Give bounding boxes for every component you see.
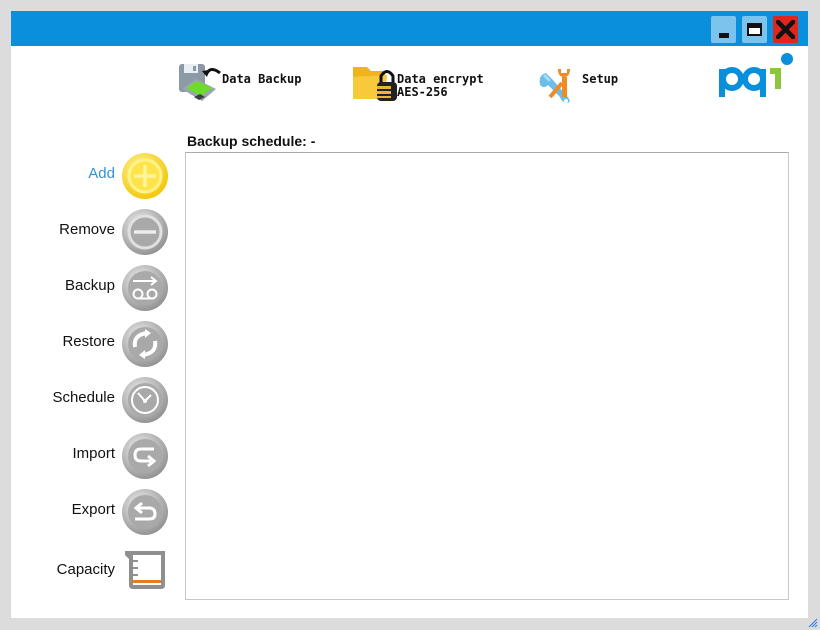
close-icon [776, 20, 795, 39]
close-button[interactable] [773, 16, 798, 43]
sidebar-item-restore[interactable]: Restore [11, 319, 171, 369]
sidebar-item-add[interactable]: Add [11, 151, 171, 201]
pqi-logo [719, 53, 793, 97]
import-icon [122, 433, 168, 479]
folder-lock-icon [353, 67, 397, 101]
toolbar-data-encrypt[interactable]: Data encrypt AES-256 [351, 61, 501, 105]
remove-icon [122, 209, 168, 255]
backup-schedule-label: Backup schedule: - [187, 133, 316, 149]
beaker-capacity-icon [125, 551, 165, 589]
restore-icon [122, 321, 168, 367]
resize-grip-icon[interactable] [808, 618, 818, 628]
wrench-tools-icon [539, 69, 570, 103]
export-icon [122, 489, 168, 535]
clock-icon [122, 377, 168, 423]
sidebar-item-capacity[interactable]: Capacity [11, 545, 171, 595]
toolbar-data-backup[interactable]: Data Backup [176, 61, 316, 105]
sidebar-item-label: Schedule [52, 389, 115, 406]
sidebar-item-label: Capacity [56, 561, 115, 578]
backup-schedule-list[interactable] [185, 152, 789, 600]
backup-icon [122, 265, 168, 311]
toolbar-setup[interactable]: Setup [536, 61, 636, 105]
sidebar-item-label: Restore [62, 333, 115, 350]
toolbar-sublabel: AES-256 [397, 85, 448, 99]
sidebar-item-label: Remove [59, 221, 115, 238]
minimize-button[interactable] [711, 16, 736, 43]
toolbar-label: Data Backup [222, 72, 302, 86]
toolbar-label: Setup [582, 72, 619, 86]
sidebar-item-remove[interactable]: Remove [11, 207, 171, 257]
maximize-button[interactable] [742, 16, 767, 43]
sidebar-item-label: Backup [64, 277, 115, 294]
sidebar-item-schedule[interactable]: Schedule [11, 375, 171, 425]
sidebar-item-label: Add [88, 165, 115, 182]
sidebar-item-export[interactable]: Export [11, 487, 171, 537]
sidebar-item-label: Export [71, 501, 115, 518]
add-icon [122, 153, 168, 199]
sidebar-item-import[interactable]: Import [11, 431, 171, 481]
sidebar-item-label: Import [72, 445, 115, 462]
floppy-backup-icon [179, 64, 221, 101]
sidebar-item-backup[interactable]: Backup [11, 263, 171, 313]
app-window: Data Backup Data encrypt AES-256 Setup B… [11, 11, 808, 618]
title-bar[interactable] [11, 11, 808, 46]
